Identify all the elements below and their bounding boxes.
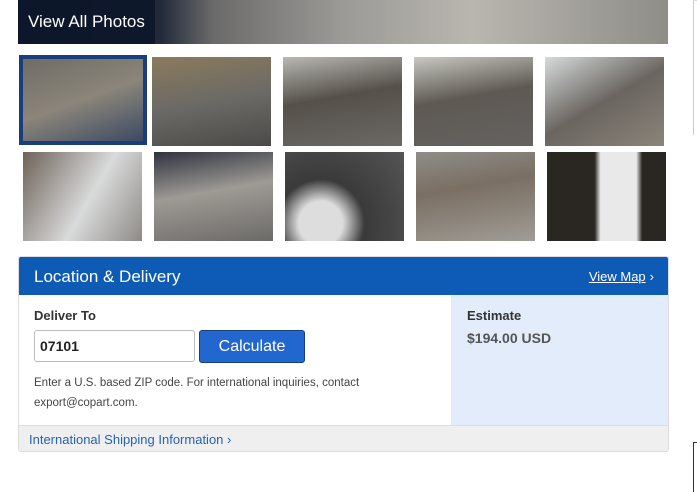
card-header: Location & Delivery View Map › (19, 257, 668, 295)
zip-input[interactable] (34, 330, 195, 362)
thumbnail-7[interactable] (154, 152, 273, 241)
thumbnail-4[interactable] (414, 57, 533, 146)
estimate-panel: Estimate $194.00 USD (451, 295, 668, 425)
zip-hint: Enter a U.S. based ZIP code. For interna… (34, 377, 360, 409)
main-photo[interactable]: View All Photos (18, 0, 668, 44)
chevron-right-icon: › (649, 269, 654, 284)
view-map-label: View Map (588, 269, 646, 284)
card-title: Location & Delivery (34, 267, 181, 286)
thumbnail-1[interactable] (19, 55, 147, 145)
thumbnail-2[interactable] (152, 57, 271, 146)
thumbnail-10[interactable] (547, 152, 666, 241)
estimate-value: $194.00 USD (467, 330, 552, 346)
chevron-right-icon: › (227, 432, 232, 447)
thumbnail-8[interactable] (285, 152, 404, 241)
view-all-photos-button[interactable]: View All Photos (18, 0, 155, 44)
thumbnail-3[interactable] (283, 57, 402, 146)
card-footer: International Shipping Information › (19, 425, 668, 451)
international-shipping-link[interactable]: International Shipping Information › (29, 432, 231, 447)
side-panel-edge (693, 0, 697, 135)
thumbnail-5[interactable] (545, 57, 664, 146)
location-delivery-card: Location & Delivery View Map › Deliver To… (18, 256, 669, 452)
calculate-button[interactable]: Calculate (199, 330, 305, 363)
side-panel-edge-bottom (693, 442, 697, 492)
thumbnail-9[interactable] (416, 152, 535, 241)
thumbnail-6[interactable] (23, 152, 142, 241)
estimate-label: Estimate (467, 308, 522, 323)
intl-link-label: International Shipping Information (29, 432, 224, 447)
deliver-to-label: Deliver To (34, 308, 96, 323)
view-map-link[interactable]: View Map › (589, 269, 654, 284)
